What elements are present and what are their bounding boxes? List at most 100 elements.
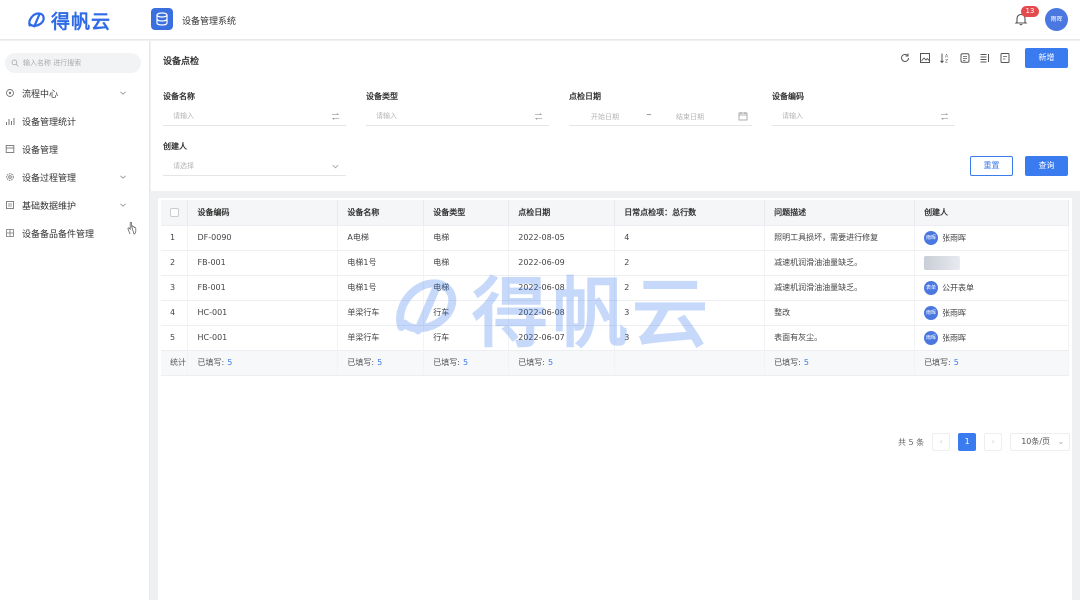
chevron-down-icon — [332, 164, 339, 169]
logo[interactable]: 得帆云 — [26, 6, 111, 34]
sidebar-item-label: 基础数据维护 — [22, 201, 77, 212]
sidebar-item-basic-data[interactable]: 基础数据维护 — [0, 193, 150, 217]
column-header[interactable]: 点检日期 — [508, 200, 616, 226]
table-row[interactable]: 2 FB-001 电梯1号 电梯 2022-06-09 2 减速机润滑油油量缺乏… — [161, 250, 1069, 276]
row-index: 1 — [161, 225, 189, 251]
sidebar-item-label: 设备管理统计 — [22, 117, 77, 128]
hand-cursor-icon — [127, 221, 137, 235]
sidebar-item-process-center[interactable]: 流程中心 — [0, 81, 150, 105]
column-header[interactable]: 日常点检项：总行数 — [614, 200, 766, 226]
date-start-placeholder: 开始日期 — [591, 113, 619, 121]
image-icon[interactable] — [919, 52, 931, 64]
summary-cell: 已填写: 5 — [764, 350, 916, 376]
column-header[interactable]: 创建人 — [914, 200, 1069, 226]
column-header[interactable]: 设备编码 — [187, 200, 339, 226]
cell-type: 电梯 — [423, 225, 510, 251]
cell-date: 2022-06-08 — [508, 300, 616, 326]
cell-count: 3 — [614, 325, 766, 351]
user-avatar[interactable]: 雨晖 — [1045, 8, 1068, 31]
device-type-input[interactable]: 请输入 — [366, 107, 549, 126]
export-icon[interactable] — [999, 52, 1011, 64]
summary-cell: 已填写: 5 — [337, 350, 425, 376]
chevron-down-icon[interactable] — [119, 89, 127, 97]
sidebar-search[interactable]: 输入名称 进行搜索 — [5, 53, 141, 73]
device-name-placeholder: 请输入 — [173, 112, 194, 120]
table-row[interactable]: 5 HC-001 单梁行车 行车 2022-06-07 3 表面有灰尘。 雨晖张… — [161, 325, 1069, 351]
page-1-button[interactable]: 1 — [958, 433, 977, 451]
device-name-input[interactable]: 请输入 — [163, 107, 346, 126]
column-header[interactable]: 设备类型 — [423, 200, 510, 226]
calendar-icon — [738, 112, 748, 121]
column-header[interactable]: 设备名称 — [337, 200, 425, 226]
chevron-down-icon[interactable] — [119, 173, 127, 181]
filter-panel: 设备点检 AZ 新增 设备名称 请输入 设备类型 请输入 点检日期 开始日期 ~… — [151, 41, 1080, 191]
summary-label: 统计 — [161, 350, 189, 376]
logo-text: 得帆云 — [51, 10, 112, 33]
reset-button[interactable]: 重置 — [970, 156, 1013, 176]
filled-label: 已填写: — [197, 358, 225, 367]
logo-mark-icon — [28, 12, 45, 28]
summary-cell: 已填写: 5 — [508, 350, 616, 376]
app-database-icon[interactable] — [151, 8, 173, 30]
page-size-value: 10条/页 — [1021, 437, 1051, 446]
swap-icon — [331, 113, 340, 120]
blurred-creator — [924, 255, 961, 270]
sidebar-item-device-management[interactable]: 设备管理 — [0, 137, 150, 161]
cell-name: 单梁行车 — [337, 300, 425, 326]
select-all-checkbox[interactable] — [170, 207, 179, 217]
sidebar-item-label: 设备管理 — [22, 145, 59, 156]
chevron-down-icon[interactable] — [119, 201, 127, 209]
cell-desc: 减速机润滑油油量缺乏。 — [764, 250, 916, 276]
page-size-select[interactable]: 10条/页 ⌄ — [1010, 433, 1071, 451]
table-row[interactable]: 3 FB-001 电梯1号 电梯 2022-06-08 2 减速机润滑油油量缺乏… — [161, 275, 1069, 301]
refresh-icon[interactable] — [899, 52, 911, 64]
select-all-cell[interactable] — [161, 200, 189, 226]
cell-type: 电梯 — [423, 250, 510, 276]
device-type-label: 设备类型 — [366, 92, 398, 101]
column-header[interactable]: 问题描述 — [764, 200, 916, 226]
main-content: 设备点检 AZ 新增 设备名称 请输入 设备类型 请输入 点检日期 开始日期 ~… — [151, 41, 1080, 600]
inspect-date-range[interactable]: 开始日期 ~ 结束日期 — [569, 107, 752, 126]
top-bar: 得帆云 设备管理系统 13 雨晖 — [0, 0, 1080, 40]
row-index: 2 — [161, 250, 189, 276]
table-row[interactable]: 1 DF-0090 A电梯 电梯 2022-08-05 4 照明工具损坏，需要进… — [161, 225, 1069, 251]
summary-cell: 已填写: 5 — [423, 350, 510, 376]
cell-creator — [914, 250, 1069, 276]
creator-name: 公开表单 — [942, 283, 975, 292]
sidebar-item-device-stats[interactable]: 设备管理统计 — [0, 109, 150, 133]
cell-name: A电梯 — [337, 225, 425, 251]
sidebar-item-process-management[interactable]: 设备过程管理 — [0, 165, 150, 189]
cell-code: DF-0090 — [187, 225, 339, 251]
filled-value: 5 — [463, 358, 469, 367]
new-button[interactable]: 新增 — [1025, 48, 1068, 68]
table-row[interactable]: 4 HC-001 单梁行车 行车 2022-06-08 3 整改 雨晖 张雨晖 — [161, 300, 1069, 326]
gear-icon — [6, 173, 14, 181]
cell-type: 行车 — [423, 325, 510, 351]
row-index: 5 — [161, 325, 189, 351]
creator-placeholder: 请选择 — [173, 162, 194, 170]
sort-icon[interactable]: AZ — [939, 52, 951, 64]
cell-date: 2022-06-09 — [508, 250, 616, 276]
column-settings-icon[interactable] — [979, 52, 991, 64]
prev-page-button[interactable]: ‹ — [932, 433, 951, 451]
parts-icon — [6, 229, 14, 237]
creator-select[interactable]: 请选择 — [163, 157, 346, 176]
process-icon — [6, 89, 14, 97]
page-title: 设备点检 — [163, 57, 200, 67]
avatar: 雨晖 — [924, 230, 939, 245]
inspect-date-label: 点检日期 — [569, 92, 601, 101]
data-icon — [6, 201, 14, 209]
next-page-button[interactable]: › — [984, 433, 1003, 451]
sidebar-item-label: 流程中心 — [22, 89, 59, 100]
cell-desc: 整改 — [764, 300, 916, 326]
device-icon — [5, 145, 15, 153]
filled-value: 5 — [377, 358, 383, 367]
print-icon[interactable] — [959, 52, 971, 64]
device-code-input[interactable]: 请输入 — [772, 107, 955, 126]
query-button[interactable]: 查询 — [1025, 156, 1068, 176]
swap-icon — [940, 113, 949, 120]
row-index: 4 — [161, 300, 189, 326]
cell-desc: 照明工具损坏，需要进行修复 — [764, 225, 916, 251]
cell-creator: 雨晖 张雨晖 — [914, 325, 1069, 351]
avatar: 表单 — [924, 280, 939, 295]
